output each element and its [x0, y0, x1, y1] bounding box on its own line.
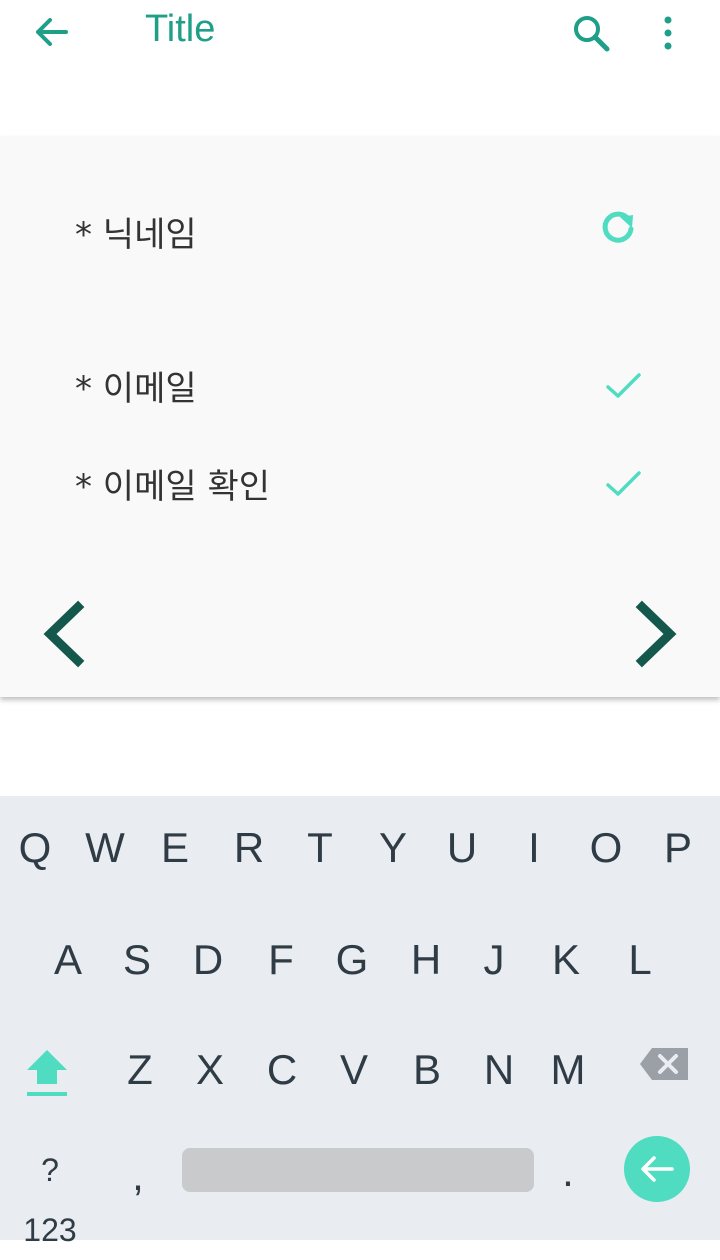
key-q[interactable]: Q	[5, 818, 65, 878]
email-field[interactable]: * 이메일	[0, 351, 720, 411]
backspace-icon[interactable]	[636, 1044, 692, 1084]
key-p[interactable]: P	[648, 818, 708, 878]
symbols-key[interactable]: ?123	[18, 1140, 82, 1248]
shift-arrow-up-icon[interactable]	[20, 1042, 76, 1102]
key-d[interactable]: D	[178, 930, 238, 990]
key-h[interactable]: H	[396, 930, 456, 990]
comma-key[interactable]: ,	[108, 1146, 168, 1206]
key-e[interactable]: E	[145, 818, 205, 878]
key-r[interactable]: R	[219, 818, 279, 878]
chevron-right-icon[interactable]	[628, 599, 684, 669]
key-j[interactable]: J	[464, 930, 524, 990]
email-confirm-field[interactable]: * 이메일 확인	[0, 449, 720, 509]
check-icon	[602, 363, 646, 407]
email-label: * 이메일	[75, 369, 197, 409]
key-x[interactable]: X	[180, 1040, 240, 1100]
key-t[interactable]: T	[290, 818, 350, 878]
more-vertical-icon[interactable]	[656, 14, 680, 54]
signup-form-card: * 닉네임 * 이메일 * 이메일 확인	[0, 137, 720, 697]
refresh-icon[interactable]	[596, 205, 640, 249]
nickname-label: * 닉네임	[75, 215, 197, 255]
key-z[interactable]: Z	[110, 1040, 170, 1100]
period-key[interactable]: .	[538, 1142, 598, 1202]
soft-keyboard: Q W E R T Y U I O P A S D F G H J K L Z …	[0, 796, 720, 1248]
key-y[interactable]: Y	[363, 818, 423, 878]
key-u[interactable]: U	[432, 818, 492, 878]
enter-arrow-left-icon[interactable]	[624, 1136, 690, 1202]
key-k[interactable]: K	[536, 930, 596, 990]
key-c[interactable]: C	[252, 1040, 312, 1100]
search-icon[interactable]	[570, 12, 614, 56]
key-w[interactable]: W	[75, 818, 135, 878]
back-arrow-icon[interactable]	[30, 12, 74, 52]
key-g[interactable]: G	[322, 930, 382, 990]
key-i[interactable]: I	[504, 818, 564, 878]
key-n[interactable]: N	[469, 1040, 529, 1100]
email-confirm-label: * 이메일 확인	[75, 467, 271, 507]
key-a[interactable]: A	[38, 930, 98, 990]
key-b[interactable]: B	[397, 1040, 457, 1100]
key-l[interactable]: L	[610, 930, 670, 990]
key-m[interactable]: M	[538, 1040, 598, 1100]
nickname-field[interactable]: * 닉네임	[0, 197, 720, 257]
app-bar: Title	[0, 0, 720, 64]
key-s[interactable]: S	[107, 930, 167, 990]
check-icon	[602, 461, 646, 505]
key-v[interactable]: V	[324, 1040, 384, 1100]
key-f[interactable]: F	[251, 930, 311, 990]
space-bar[interactable]	[182, 1148, 534, 1192]
chevron-left-icon[interactable]	[36, 599, 92, 669]
page-title: Title	[145, 8, 216, 50]
key-o[interactable]: O	[576, 818, 636, 878]
